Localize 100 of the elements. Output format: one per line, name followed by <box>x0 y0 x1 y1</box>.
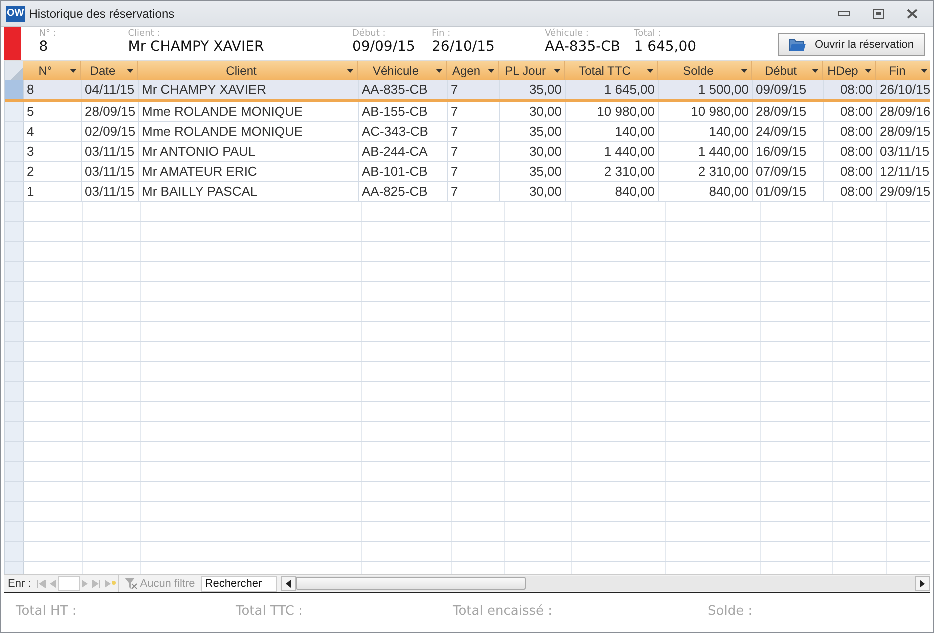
table-cell: 1 <box>24 182 82 201</box>
row-selector[interactable] <box>5 202 24 221</box>
filter-icon <box>125 578 138 589</box>
table-cell: Mr AMATEUR ERIC <box>139 162 359 181</box>
table-cell: 7 <box>448 80 500 99</box>
record-label: Enr : <box>7 578 32 590</box>
dropdown-arrow-icon[interactable] <box>488 69 495 73</box>
row-selector[interactable] <box>5 102 24 121</box>
dropdown-arrow-icon[interactable] <box>812 69 819 73</box>
dropdown-arrow-icon[interactable] <box>741 69 748 73</box>
row-selector[interactable] <box>5 182 24 201</box>
total-label: Total TTC : <box>236 604 304 618</box>
table-cell: 02/09/15 <box>82 122 139 141</box>
table-cell: 2 310,00 <box>566 162 659 181</box>
window-title: Historique des réservations <box>29 6 176 20</box>
row-selector[interactable] <box>5 302 24 321</box>
row-selector[interactable] <box>5 80 24 99</box>
table-cell: 28/09/15 <box>753 102 824 121</box>
row-selector[interactable] <box>5 122 24 141</box>
dropdown-arrow-icon[interactable] <box>347 69 354 73</box>
row-selector[interactable] <box>5 242 24 261</box>
row-selector[interactable] <box>5 402 24 421</box>
table-cell: 24/09/15 <box>753 122 824 141</box>
table-cell: 28/09/16 <box>877 102 930 121</box>
select-all-corner[interactable] <box>5 61 23 80</box>
table-cell: Mr BAILLY PASCAL <box>139 182 359 201</box>
minimize-icon <box>838 10 850 16</box>
dropdown-arrow-icon[interactable] <box>865 69 872 73</box>
scroll-right-button[interactable] <box>915 576 930 591</box>
scroll-left-button[interactable] <box>281 576 296 591</box>
row-selector[interactable] <box>5 542 24 561</box>
table-cell: 03/11/15 <box>82 142 139 161</box>
row-selector[interactable] <box>5 142 24 161</box>
total-label: Solde : <box>708 604 754 618</box>
dropdown-arrow-icon[interactable] <box>554 69 561 73</box>
table-row[interactable]: 4 02/09/15 Mme ROLANDE MONIQUE AC-343-CB 7 35,00 140,00 140,00 24/09/15 08:00 28/09/15 <box>5 122 930 142</box>
table-row[interactable]: 1 03/11/15 Mr BAILLY PASCAL AA-825-CB 7 30,00 840,00 840,00 01/09/15 08:00 29/09/15 <box>5 182 930 202</box>
row-selector[interactable] <box>5 222 24 241</box>
table-cell: 30,00 <box>500 182 566 201</box>
field-label: Fin : <box>432 29 452 39</box>
table-cell: 2 310,00 <box>659 162 753 181</box>
row-selector[interactable] <box>5 522 24 541</box>
table-cell: Mme ROLANDE MONIQUE <box>139 122 359 141</box>
dropdown-arrow-icon[interactable] <box>127 69 134 73</box>
table-row[interactable]: 8 04/11/15 Mr CHAMPY XAVIER AA-835-CB 7 35,00 1 645,00 1 500,00 09/09/15 08:00 26/10/15 <box>5 80 930 102</box>
table-cell: 2 <box>24 162 82 181</box>
table-cell: 08:00 <box>824 182 877 201</box>
record-number-field[interactable] <box>58 576 80 591</box>
table-cell: 07/09/15 <box>753 162 824 181</box>
field-label: Début : <box>352 29 387 39</box>
row-selector[interactable] <box>5 162 24 181</box>
table-cell: Mr CHAMPY XAVIER <box>139 80 359 99</box>
table-row[interactable]: 3 03/11/15 Mr ANTONIO PAUL AB-244-CA 7 30,00 1 440,00 1 440,00 16/09/15 08:00 03/11/15 <box>5 142 930 162</box>
field-label: Véhicule : <box>545 29 590 39</box>
row-selector[interactable] <box>5 442 24 461</box>
dropdown-arrow-icon[interactable] <box>436 69 443 73</box>
first-record-icon[interactable] <box>37 580 46 588</box>
table-cell: 16/09/15 <box>753 142 824 161</box>
dropdown-arrow-icon[interactable] <box>70 69 77 73</box>
table-cell: 1 645,00 <box>566 80 659 99</box>
status-bar-marker <box>4 27 22 60</box>
table-cell: 03/11/15 <box>877 142 930 161</box>
row-selector[interactable] <box>5 282 24 301</box>
dropdown-arrow-icon[interactable] <box>921 69 928 73</box>
table-cell: 1 440,00 <box>659 142 753 161</box>
table-cell: 08:00 <box>824 162 877 181</box>
table-cell: 26/10/15 <box>877 80 930 99</box>
table-cell: 1 500,00 <box>659 80 753 99</box>
table-row[interactable]: 2 03/11/15 Mr AMATEUR ERIC AB-101-CB 7 35,00 2 310,00 2 310,00 07/09/15 08:00 12/11/15 <box>5 162 930 182</box>
table-cell: 03/11/15 <box>82 182 139 201</box>
row-selector[interactable] <box>5 382 24 401</box>
close-icon <box>906 8 918 18</box>
total-label: Total encaissé : <box>453 604 554 618</box>
row-selector[interactable] <box>5 342 24 361</box>
last-record-icon[interactable] <box>92 580 102 588</box>
search-field[interactable]: Rechercher <box>201 576 278 592</box>
row-selector[interactable] <box>5 262 24 281</box>
row-selector[interactable] <box>5 322 24 341</box>
field-label: Client : <box>128 29 162 39</box>
open-reservation-button[interactable]: Ouvrir la réservation <box>778 33 925 56</box>
left-arrow-icon <box>286 580 292 588</box>
scroll-thumb[interactable] <box>296 577 526 590</box>
row-selector[interactable] <box>5 362 24 381</box>
new-record-icon[interactable] <box>105 580 116 588</box>
table-cell: 840,00 <box>566 182 659 201</box>
table-row[interactable]: 5 28/09/15 Mme ROLANDE MONIQUE AB-155-CB 7 30,00 10 980,00 10 980,00 28/09/15 08:00 28/09/16 <box>5 102 930 122</box>
table-cell: 08:00 <box>824 142 877 161</box>
horizontal-scrollbar[interactable] <box>281 576 930 591</box>
table-cell: 30,00 <box>500 142 566 161</box>
table-cell: 4 <box>24 122 82 141</box>
table-cell: 140,00 <box>566 122 659 141</box>
row-selector[interactable] <box>5 422 24 441</box>
dropdown-arrow-icon[interactable] <box>647 69 654 73</box>
row-selector[interactable] <box>5 482 24 501</box>
row-selector[interactable] <box>5 502 24 521</box>
table-cell: 3 <box>24 142 82 161</box>
row-selector[interactable] <box>5 462 24 481</box>
table-cell: AB-155-CB <box>359 102 448 121</box>
field-value: 1 645,00 <box>634 39 698 55</box>
table-cell: 01/09/15 <box>753 182 824 201</box>
